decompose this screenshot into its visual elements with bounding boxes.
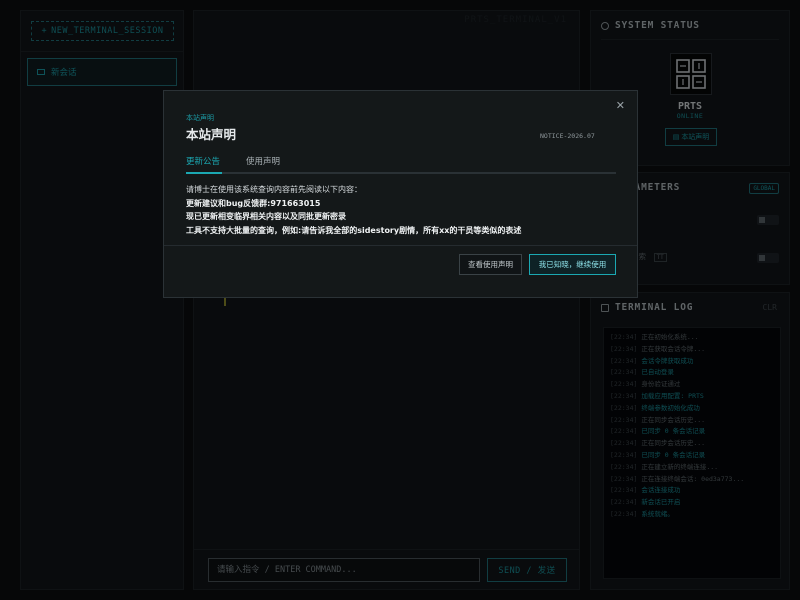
- modal-footer: 查看使用声明 我已知晓，继续使用: [164, 245, 637, 297]
- modal-line: 工具不支持大批量的查询，例如:请告诉我全部的sidestory剧情，所有xx的干…: [186, 225, 522, 235]
- tab-usage-statement[interactable]: 使用声明: [246, 155, 280, 167]
- notice-modal: 本站声明 本站声明 NOTICE-2026.07 ✕ 更新公告 使用声明 请博士…: [163, 90, 638, 298]
- modal-line: 更新建议和bug反馈群:971663015: [186, 198, 321, 208]
- modal-intro: 请博士在使用该系统查询内容前先阅读以下内容：: [186, 185, 362, 194]
- modal-kicker: 本站声明: [186, 114, 214, 122]
- notice-id: NOTICE-2026.07: [540, 132, 595, 140]
- close-icon[interactable]: ✕: [616, 99, 625, 112]
- modal-body: 请博士在使用该系统查询内容前先阅读以下内容： 更新建议和bug反馈群:97166…: [186, 183, 521, 237]
- tab-update-notice[interactable]: 更新公告: [186, 155, 222, 174]
- view-usage-button[interactable]: 查看使用声明: [459, 254, 522, 275]
- modal-line: 现已更新相变临界相关内容以及同批更新密录: [186, 212, 346, 221]
- modal-tabs: 更新公告 使用声明: [186, 155, 616, 174]
- modal-title: 本站声明: [186, 127, 237, 142]
- acknowledge-button[interactable]: 我已知晓，继续使用: [529, 254, 616, 275]
